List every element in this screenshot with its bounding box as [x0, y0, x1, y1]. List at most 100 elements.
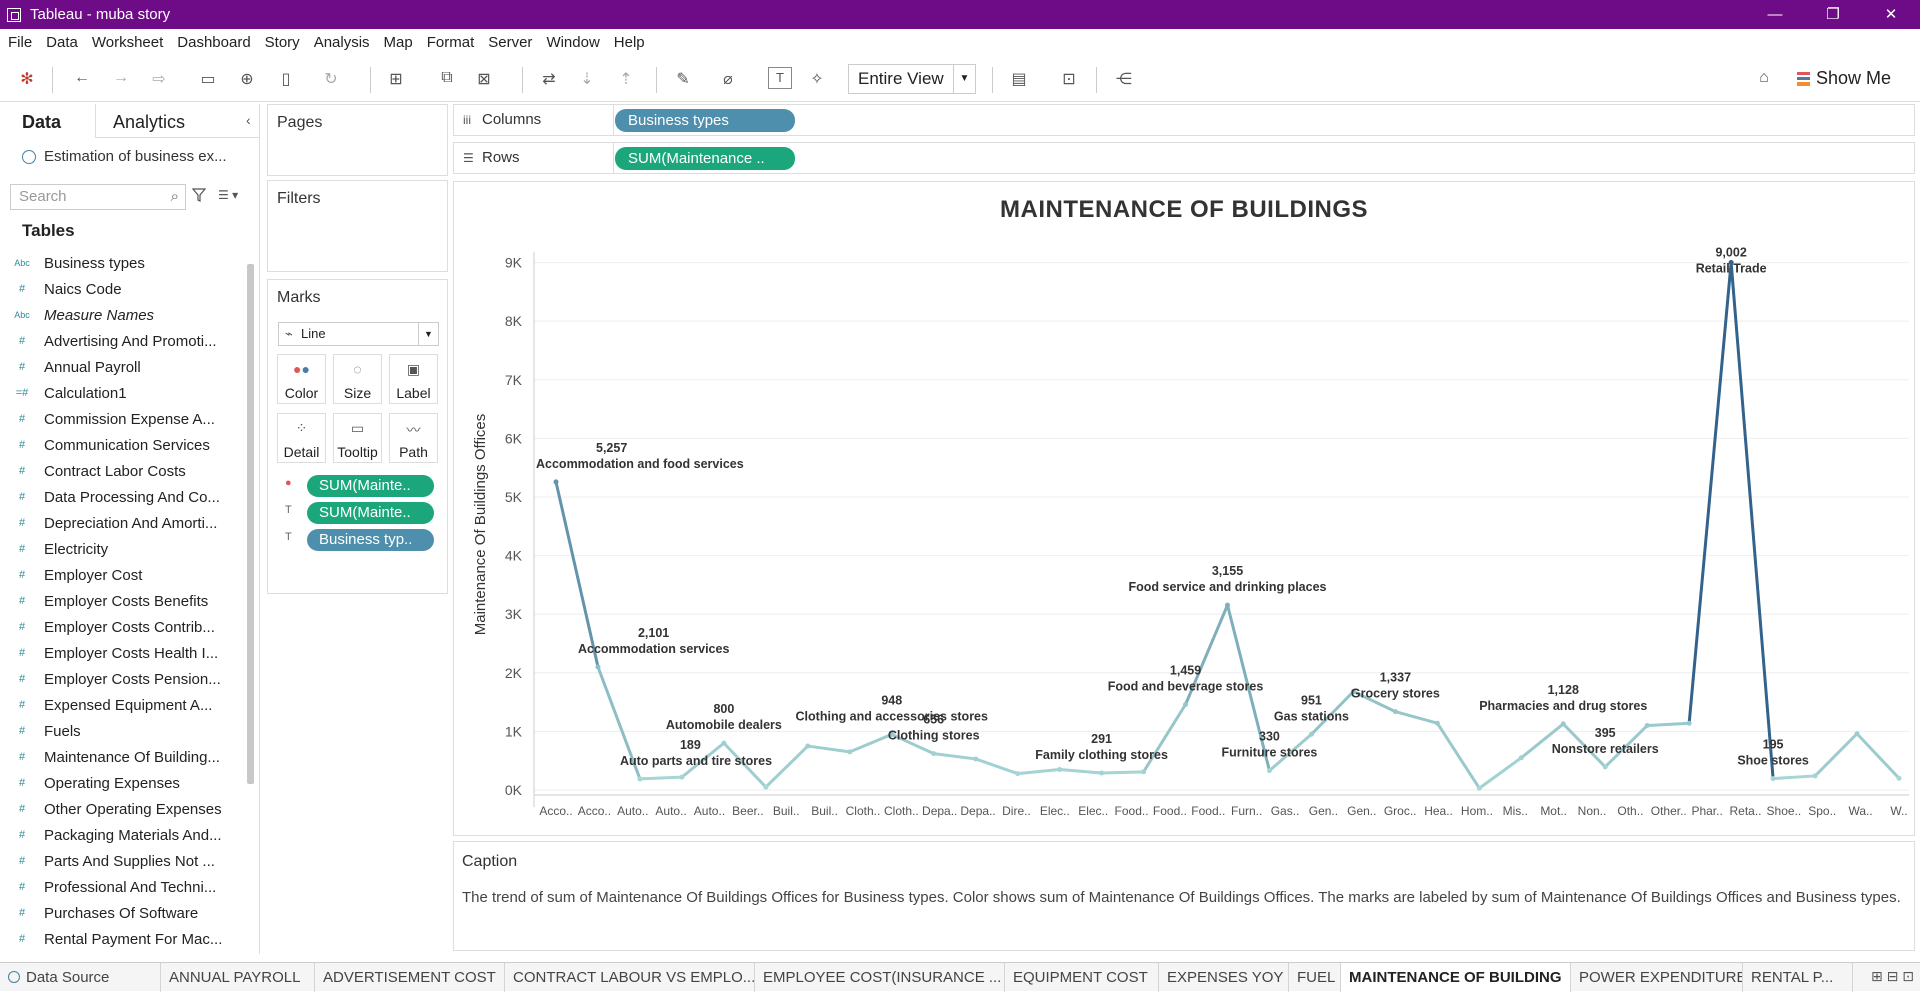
sheet-tab[interactable]: CONTRACT LABOUR VS EMPLO...: [505, 962, 755, 992]
menu-story[interactable]: Story: [265, 34, 300, 51]
field-item[interactable]: # Depreciation And Amorti...: [0, 510, 246, 536]
field-item[interactable]: # Communication Services: [0, 432, 246, 458]
share-icon[interactable]: ⋲: [1113, 69, 1135, 89]
menu-dashboard[interactable]: Dashboard: [177, 34, 250, 51]
label-button[interactable]: ▣ Label: [389, 354, 438, 404]
tooltip-button[interactable]: ▭ Tooltip: [333, 413, 382, 463]
close-button[interactable]: ✕: [1862, 0, 1920, 29]
mark-type-dropdown[interactable]: ⌁ Line ▼: [278, 322, 439, 346]
field-item[interactable]: # Other Operating Expenses: [0, 796, 246, 822]
undo-icon[interactable]: ←: [71, 69, 93, 87]
columns-shelf[interactable]: iii Columns Business types: [453, 104, 1915, 136]
swap-icon[interactable]: ⇄: [538, 69, 560, 89]
field-item[interactable]: =# Calculation1: [0, 380, 246, 406]
field-item[interactable]: # Professional And Techni...: [0, 874, 246, 900]
rows-pill[interactable]: SUM(Maintenance ..: [615, 147, 795, 170]
minimize-button[interactable]: —: [1746, 0, 1804, 29]
field-item[interactable]: # Fuels: [0, 718, 246, 744]
size-button[interactable]: ◌ Size: [333, 354, 382, 404]
field-item[interactable]: # Packaging Materials And...: [0, 822, 246, 848]
sheet-tab[interactable]: ADVERTISEMENT COST: [315, 962, 505, 992]
sheet-tab[interactable]: EQUIPMENT COST: [1005, 962, 1159, 992]
pages-card[interactable]: Pages: [267, 104, 448, 176]
replay-icon[interactable]: ⇨: [148, 69, 170, 89]
columns-pill[interactable]: Business types: [615, 109, 795, 132]
field-item[interactable]: # Employer Costs Contrib...: [0, 614, 246, 640]
sheet-tab[interactable]: EMPLOYEE COST(INSURANCE ...: [755, 962, 1005, 992]
field-item[interactable]: # Rental Payment For Mac...: [0, 926, 246, 952]
refresh-icon[interactable]: ↻: [320, 69, 342, 89]
detail-button[interactable]: ⁘ Detail: [277, 413, 326, 463]
field-item[interactable]: # Employer Cost: [0, 562, 246, 588]
highlight-icon[interactable]: ✎: [672, 69, 694, 89]
field-item[interactable]: # Employer Costs Health I...: [0, 640, 246, 666]
menu-data[interactable]: Data: [46, 34, 78, 51]
show-mark-labels-icon[interactable]: T: [768, 67, 792, 89]
sheet-tab[interactable]: POWER EXPENDITURE: [1571, 962, 1743, 992]
duplicate-sheet-icon[interactable]: ⧉: [436, 69, 458, 87]
line-chart[interactable]: 0K 1K 2K 3K 4K 5K 6K 7K 8K 9K Maintenance Of Build…: [454, 182, 1914, 835]
menu-window[interactable]: Window: [546, 34, 599, 51]
menu-file[interactable]: File: [8, 34, 32, 51]
field-item[interactable]: Abc Business types: [0, 250, 246, 276]
group-icon[interactable]: ⌀: [717, 69, 739, 89]
menu-help[interactable]: Help: [614, 34, 645, 51]
color-button[interactable]: ●● Color: [277, 354, 326, 404]
view-options-icon[interactable]: ☰ ▾: [218, 188, 238, 202]
data-source-tab[interactable]: Data Source: [0, 962, 161, 992]
field-item[interactable]: # Naics Code: [0, 276, 246, 302]
menu-worksheet[interactable]: Worksheet: [92, 34, 163, 51]
field-item[interactable]: # Employer Costs Pension...: [0, 666, 246, 692]
field-list-scrollbar[interactable]: [247, 264, 254, 784]
sort-descending-icon[interactable]: ⇡: [615, 69, 637, 89]
restore-button[interactable]: ❐: [1804, 0, 1862, 29]
field-item[interactable]: # Advertising And Promoti...: [0, 328, 246, 354]
menu-format[interactable]: Format: [427, 34, 475, 51]
field-item[interactable]: Abc Measure Names: [0, 302, 246, 328]
tab-analytics[interactable]: Analytics: [113, 112, 185, 133]
sort-ascending-icon[interactable]: ⇣: [576, 69, 598, 89]
menu-analysis[interactable]: Analysis: [314, 34, 370, 51]
menu-map[interactable]: Map: [384, 34, 413, 51]
data-source-item[interactable]: Estimation of business ex...: [22, 148, 227, 165]
search-input[interactable]: Search ⌕: [10, 184, 186, 210]
field-item[interactable]: # Annual Payroll: [0, 354, 246, 380]
tab-data[interactable]: Data: [22, 112, 61, 133]
show-me-button[interactable]: Show Me: [1797, 68, 1891, 89]
field-item[interactable]: # Parts And Supplies Not ...: [0, 848, 246, 874]
field-item[interactable]: # Operating Expenses: [0, 770, 246, 796]
sheet-tab[interactable]: EXPENSES YOY: [1159, 962, 1289, 992]
label-pill-dimension[interactable]: Business typ..: [307, 529, 434, 551]
filters-card[interactable]: Filters: [267, 180, 448, 272]
field-item[interactable]: # Electricity: [0, 536, 246, 562]
fix-axes-icon[interactable]: ✧: [806, 69, 828, 89]
field-item[interactable]: # Maintenance Of Building...: [0, 744, 246, 770]
field-item[interactable]: # Expensed Equipment A...: [0, 692, 246, 718]
field-item[interactable]: # Purchases Of Software: [0, 900, 246, 926]
format-painter-icon[interactable]: ⌂: [1753, 69, 1775, 87]
path-button[interactable]: 〰 Path: [389, 413, 438, 463]
pause-updates-icon[interactable]: ▯: [275, 69, 297, 89]
menu-server[interactable]: Server: [488, 34, 532, 51]
filter-icon[interactable]: [192, 188, 206, 202]
clear-sheet-icon[interactable]: ⊠: [473, 69, 495, 89]
field-item[interactable]: # Employer Costs Benefits: [0, 588, 246, 614]
new-worksheet-icon[interactable]: ⊞: [385, 69, 407, 89]
collapse-pane-icon[interactable]: ‹: [246, 112, 251, 128]
sheet-tab[interactable]: MAINTENANCE OF BUILDING: [1341, 962, 1571, 992]
label-pill-measure[interactable]: SUM(Mainte..: [307, 502, 434, 524]
redo-icon[interactable]: →: [110, 69, 132, 87]
color-pill[interactable]: SUM(Mainte..: [307, 475, 434, 497]
presentation-mode-icon[interactable]: ⊡: [1058, 69, 1080, 89]
tableau-logo-icon[interactable]: ✻: [16, 69, 38, 89]
sheet-tab[interactable]: RENTAL P...: [1743, 962, 1853, 992]
new-data-source-icon[interactable]: ⊕: [236, 69, 258, 89]
field-item[interactable]: # Commission Expense A...: [0, 406, 246, 432]
sheet-tab[interactable]: FUEL: [1289, 962, 1341, 992]
save-icon[interactable]: ▭: [197, 69, 219, 89]
viz-area[interactable]: MAINTENANCE OF BUILDINGS 0K 1K 2K 3K 4K 5K 6K 7…: [453, 181, 1915, 836]
fit-dropdown[interactable]: Entire View ▼: [848, 64, 976, 94]
show-cards-icon[interactable]: ▤: [1008, 69, 1030, 89]
new-sheet-icons[interactable]: ⊞ ⊟ ⊡: [1871, 968, 1914, 985]
sheet-tab[interactable]: ANNUAL PAYROLL: [161, 962, 315, 992]
